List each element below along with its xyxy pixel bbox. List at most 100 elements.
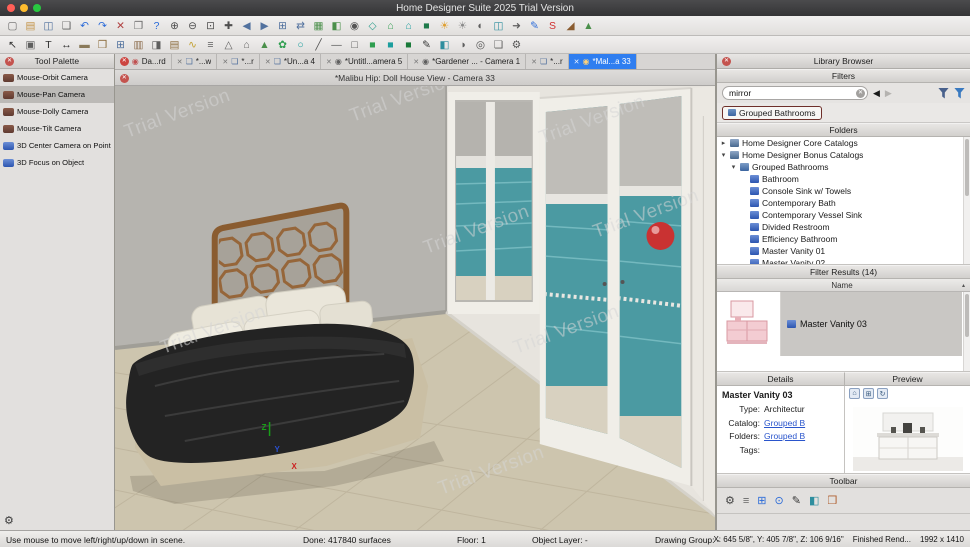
print-icon[interactable]: ❑ <box>58 18 75 33</box>
collapse-arrow-icon[interactable]: ▾ <box>730 163 737 171</box>
filters-section-header[interactable]: Filters <box>717 69 970 83</box>
next-view-icon[interactable]: ▶ <box>256 18 273 33</box>
tree-item-home-designer-bonus-catalogs[interactable]: ▾Home Designer Bonus Catalogs <box>717 149 962 161</box>
tab-da-rd[interactable]: ✕◉Da...rd <box>115 54 172 69</box>
palette-item-mouse-orbit-camera[interactable]: Mouse-Orbit Camera <box>0 69 114 86</box>
name-column-label[interactable]: Name <box>722 281 962 290</box>
build-terrain-icon[interactable]: ▲ <box>580 18 597 33</box>
open-object-icon[interactable]: ▣ <box>22 37 39 52</box>
fixture-tool-icon[interactable]: ◨ <box>148 37 165 52</box>
library-settings-icon[interactable]: ⚙ <box>725 494 735 507</box>
open-plan-icon[interactable]: ▤ <box>22 18 39 33</box>
help-icon[interactable]: ? <box>148 18 165 33</box>
preview-pane[interactable]: ⌂ ⊞ ↻ <box>845 386 970 473</box>
tab-gardener-camera-1[interactable]: ✕◉*Gardener ... - Camera 1 <box>408 54 526 69</box>
minimize-window-icon[interactable] <box>20 4 28 12</box>
furniture-tool-icon[interactable]: ▤ <box>166 37 183 52</box>
3d-scene[interactable]: Z Y X Trial Version Trial Version Trial … <box>115 86 715 530</box>
tab-w[interactable]: ✕❏*...w <box>172 54 218 69</box>
library-palette-icon[interactable]: ❒ <box>827 494 837 507</box>
spray-painter-icon[interactable]: ✎ <box>526 18 543 33</box>
palette-item-mouse-pan-camera[interactable]: Mouse-Pan Camera <box>0 86 114 103</box>
results-column-header[interactable]: Name ▴ <box>717 279 970 292</box>
electrical-tool-icon[interactable]: ∿ <box>184 37 201 52</box>
tree-item-master-vanity-02[interactable]: Master Vanity 02 <box>717 257 962 265</box>
redo-icon[interactable]: ↷ <box>94 18 111 33</box>
tree-item-divided-restroom[interactable]: Divided Restroom <box>717 221 962 233</box>
clear-search-icon[interactable]: ✕ <box>856 89 865 98</box>
sort-ascending-icon[interactable]: ▴ <box>962 282 965 289</box>
box-tool-icon[interactable]: □ <box>346 37 363 52</box>
details-folders-link[interactable]: Grouped B <box>764 431 839 441</box>
plan-view-icon[interactable]: ▦ <box>310 18 327 33</box>
close-tool-palette-icon[interactable]: ✕ <box>5 57 14 66</box>
adjust-material-icon[interactable]: ◑ <box>454 37 471 52</box>
walkthrough-icon[interactable]: ◎ <box>472 37 489 52</box>
dimension-tool-icon[interactable]: ↔ <box>58 37 75 52</box>
preview-section-header[interactable]: Preview <box>845 372 970 386</box>
line-tool-icon[interactable]: — <box>328 37 345 52</box>
palette-item-3d-focus-on-object[interactable]: 3D Focus on Object <box>0 154 114 171</box>
tab-close-icon[interactable]: ✕ <box>222 58 228 66</box>
tree-item-contemporary-vessel-sink[interactable]: Contemporary Vessel Sink <box>717 209 962 221</box>
tab-close-icon[interactable]: ✕ <box>413 58 419 66</box>
tree-item-contemporary-bath[interactable]: Contemporary Bath <box>717 197 962 209</box>
tree-item-bathroom[interactable]: Bathroom <box>717 173 962 185</box>
plant-tool-icon[interactable]: ✿ <box>274 37 291 52</box>
filter-results-header[interactable]: Filter Results (14) <box>717 265 970 279</box>
shadows-icon[interactable]: ◐ <box>472 18 489 33</box>
filter-chip-grouped-bathrooms[interactable]: Grouped Bathrooms <box>722 106 822 120</box>
tree-item-home-designer-core-catalogs[interactable]: ▸Home Designer Core Catalogs <box>717 137 962 149</box>
door-tool-icon[interactable]: ❒ <box>94 37 111 52</box>
material-teal-icon[interactable]: ■ <box>382 37 399 52</box>
swap-views-icon[interactable]: ⇄ <box>292 18 309 33</box>
palette-item-mouse-dolly-camera[interactable]: Mouse-Dolly Camera <box>0 103 114 120</box>
expand-arrow-icon[interactable]: ▸ <box>720 139 727 147</box>
3d-viewport[interactable]: Z Y X Trial Version Trial Version Trial … <box>115 86 715 530</box>
library-list-view-icon[interactable]: ≡ <box>743 495 749 507</box>
tree-item-grouped-bathrooms[interactable]: ▾Grouped Bathrooms <box>717 161 962 173</box>
material-painter-icon[interactable]: ◧ <box>436 37 453 52</box>
tab-close-icon[interactable]: ✕ <box>574 58 580 66</box>
ceiling-tool-icon[interactable]: ⌂ <box>238 37 255 52</box>
copy-icon[interactable]: ❐ <box>130 18 147 33</box>
final-view-icon[interactable]: ■ <box>418 18 435 33</box>
wall-tool-icon[interactable]: ▬ <box>76 37 93 52</box>
preview-rotate-icon[interactable]: ↻ <box>877 388 888 399</box>
details-catalog-link[interactable]: Grouped B <box>764 418 839 428</box>
results-scrollbar[interactable] <box>963 292 970 371</box>
material-green-icon[interactable]: ■ <box>364 37 381 52</box>
library-painter-icon[interactable]: ◧ <box>809 494 819 507</box>
tab-mal-a-33[interactable]: ✕◉*Mal...a 33 <box>569 54 637 69</box>
preview-grid-icon[interactable]: ⊞ <box>863 388 874 399</box>
cross-section-icon[interactable]: ◫ <box>490 18 507 33</box>
palette-item-3d-center-camera-on-point[interactable]: 3D Center Camera on Point <box>0 137 114 154</box>
palette-settings-gear-icon[interactable]: ⚙ <box>4 514 14 527</box>
folders-section-header[interactable]: Folders <box>717 123 970 137</box>
palette-item-mouse-tilt-camera[interactable]: Mouse-Tilt Camera <box>0 120 114 137</box>
eyedropper-icon[interactable]: ✎ <box>418 37 435 52</box>
pan-view-icon[interactable]: ✚ <box>220 18 237 33</box>
tab-close-icon[interactable]: ✕ <box>120 57 129 66</box>
tree-item-efficiency-bathroom[interactable]: Efficiency Bathroom <box>717 233 962 245</box>
arrow-annotation-icon[interactable]: ➜ <box>508 18 525 33</box>
zoom-window-icon[interactable] <box>33 4 41 12</box>
close-library-icon[interactable]: ✕ <box>722 57 731 66</box>
tab-close-icon[interactable]: ✕ <box>326 58 332 66</box>
save-plan-icon[interactable]: ◫ <box>40 18 57 33</box>
sprinkler-tool-icon[interactable]: ○ <box>292 37 309 52</box>
library-toolbar-header[interactable]: Toolbar <box>717 474 970 488</box>
cad-tool-icon[interactable]: ╱ <box>310 37 327 52</box>
previous-view-icon[interactable]: ◀ <box>238 18 255 33</box>
chief-architect-icon[interactable]: S <box>544 18 561 33</box>
lighting-icon[interactable]: ☀ <box>436 18 453 33</box>
select-objects-icon[interactable]: ↖ <box>4 37 21 52</box>
tab-close-icon[interactable]: ✕ <box>177 58 183 66</box>
tree-item-console-sink-w-towels[interactable]: Console Sink w/ Towels <box>717 185 962 197</box>
preview-standard-view-icon[interactable]: ⌂ <box>849 388 860 399</box>
tree-scrollbar[interactable] <box>963 137 970 264</box>
undo-icon[interactable]: ↶ <box>76 18 93 33</box>
layout-page-icon[interactable]: ❏ <box>490 37 507 52</box>
doll-house-view-icon[interactable]: ⌂ <box>382 18 399 33</box>
perspective-overview-icon[interactable]: ◇ <box>364 18 381 33</box>
